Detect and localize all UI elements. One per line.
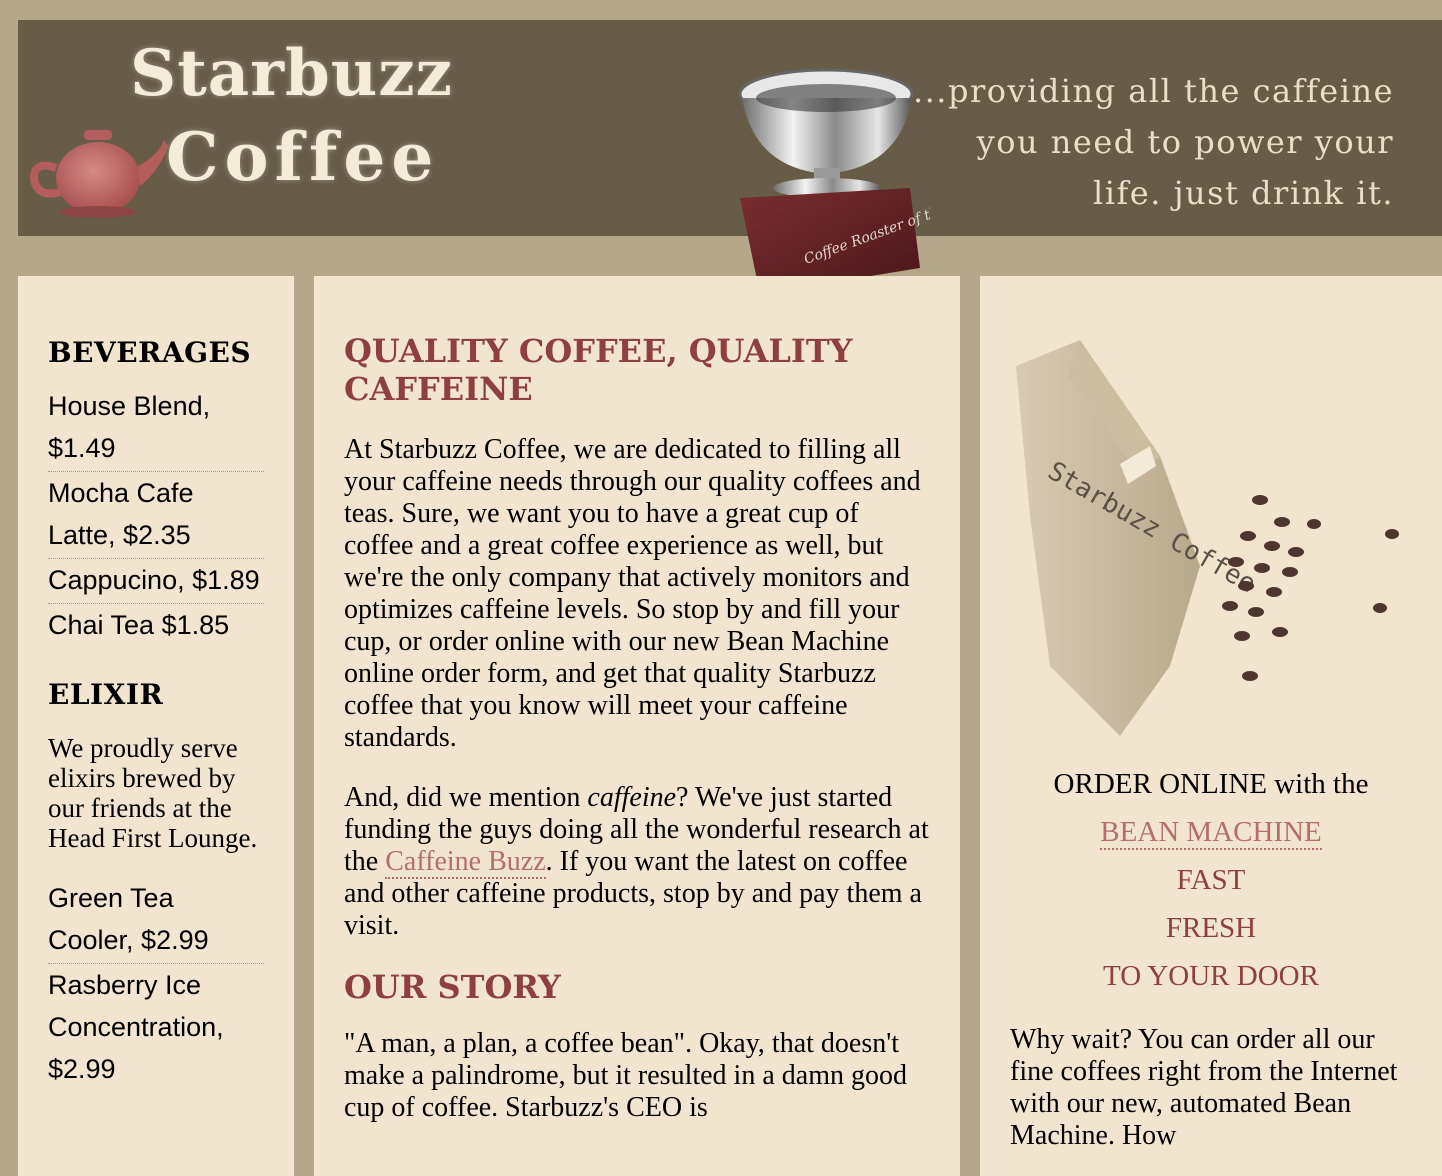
caffeine-emphasis: caffeine — [587, 782, 677, 813]
elixirs-list: Green Tea Cooler, $2.99 Rasberry Ice Con… — [48, 877, 264, 1092]
fresh-label: FRESH — [1165, 912, 1257, 944]
fast-label: FAST — [1176, 864, 1246, 896]
bean-machine-link[interactable]: BEAN MACHINE — [1100, 816, 1322, 850]
logo-starbuzz[interactable]: Starbuzz — [130, 36, 453, 111]
trophy-image: Coffee Roaster of the Year — [738, 68, 930, 294]
list-item: Rasberry Ice Concentration, $2.99 — [48, 970, 224, 1084]
page-title: QUALITY COFFEE, QUALITY CAFFEINE — [344, 332, 853, 408]
beverages-heading: BEVERAGES — [48, 336, 252, 369]
caffeine-paragraph: And, did we mention caffeine? We've just… — [344, 782, 929, 941]
sidebar: BEVERAGES House Blend, $1.49 Mocha Cafe … — [18, 276, 294, 1176]
elixir-description: We proudly serve elixirs brewed by our f… — [48, 733, 258, 853]
story-paragraph: "A man, a plan, a coffee bean". Okay, th… — [344, 1028, 907, 1123]
site-header: Starbuzz Coffee Coffee Roaster of the Ye… — [18, 20, 1442, 294]
coffee-beans-icon — [1222, 495, 1399, 681]
elixir-heading: ELIXIR — [48, 678, 164, 711]
logo-coffee[interactable]: Coffee — [166, 118, 439, 196]
tagline: ...providing all the caffeine you need t… — [912, 72, 1394, 212]
why-wait-paragraph: Why wait? You can order all our fine cof… — [1010, 1024, 1398, 1151]
coffee-bag-image: Starbuzz Coffee — [1016, 340, 1399, 736]
story-heading: OUR STORY — [344, 968, 561, 1006]
teapot-icon — [29, 130, 168, 218]
list-item: Green Tea Cooler, $2.99 — [48, 877, 264, 964]
extras-column: Starbuzz Coffee ORDER ONLINE with the BE… — [980, 276, 1442, 1176]
list-item: Cappucino, $1.89 — [48, 559, 264, 604]
order-online-block: ORDER ONLINE with the BEAN MACHINE FAST … — [1010, 760, 1412, 1000]
list-item: Chai Tea $1.85 — [48, 610, 230, 640]
list-item: House Blend, $1.49 — [48, 385, 264, 472]
door-label: TO YOUR DOOR — [1103, 960, 1319, 992]
main-content: QUALITY COFFEE, QUALITY CAFFEINE At Star… — [314, 276, 960, 1176]
intro-paragraph: At Starbuzz Coffee, we are dedicated to … — [344, 434, 921, 753]
list-item: Mocha Cafe Latte, $2.35 — [48, 472, 264, 559]
beverages-list: House Blend, $1.49 Mocha Cafe Latte, $2.… — [48, 385, 264, 648]
caffeine-buzz-link[interactable]: Caffeine Buzz — [385, 846, 546, 879]
order-intro: ORDER ONLINE with the — [1053, 768, 1369, 800]
